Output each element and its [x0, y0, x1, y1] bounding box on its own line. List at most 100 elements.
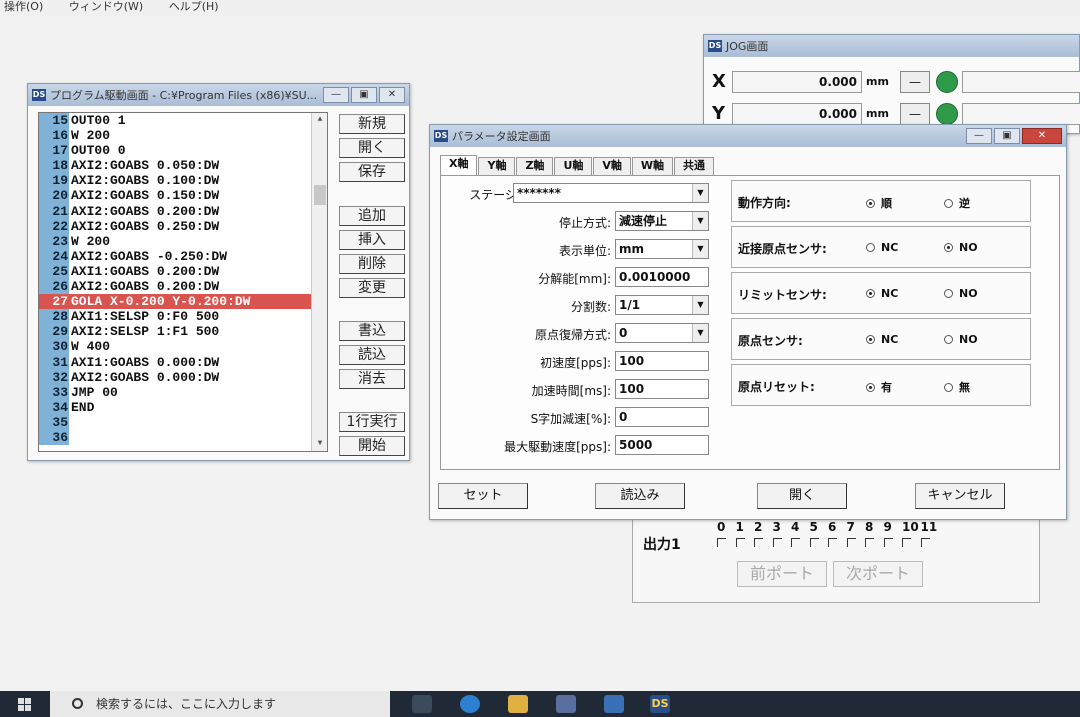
- program-line[interactable]: 36: [39, 429, 327, 446]
- program-line[interactable]: 15 OUT00 1: [39, 113, 327, 129]
- new-button[interactable]: 新規: [339, 114, 405, 134]
- load-button[interactable]: 読込み: [595, 483, 685, 509]
- display-unit-select[interactable]: mm ▼: [615, 239, 709, 259]
- program-line[interactable]: 35: [39, 414, 327, 430]
- windows-start-icon[interactable]: [18, 698, 32, 711]
- radio-option[interactable]: NC: [866, 333, 898, 346]
- close-button[interactable]: ✕: [1022, 128, 1062, 144]
- menu-help[interactable]: ヘルプ(H): [165, 0, 219, 14]
- jog-y-minus-button[interactable]: —: [900, 103, 930, 125]
- output-bit-checkbox[interactable]: [846, 538, 856, 547]
- maximize-button[interactable]: ▣: [994, 128, 1020, 144]
- program-line[interactable]: 31 AXI1:GOABS 0.000:DW: [39, 354, 327, 370]
- program-line[interactable]: 22 AXI2:GOABS 0.250:DW: [39, 218, 327, 234]
- tab-u-axis[interactable]: U軸: [554, 157, 593, 175]
- output-bit-checkbox[interactable]: [791, 538, 800, 547]
- radio-option[interactable]: NO: [944, 241, 978, 254]
- output-bit-checkbox[interactable]: [735, 538, 745, 547]
- open-button[interactable]: 開く: [757, 483, 847, 509]
- scroll-up-icon[interactable]: ▲: [312, 113, 327, 127]
- save-button[interactable]: 保存: [339, 162, 405, 182]
- radio-option[interactable]: 有: [866, 379, 892, 395]
- jog-x-minus-button[interactable]: —: [900, 71, 930, 93]
- program-line[interactable]: 29 AXI2:SELSP 1:F1 500: [39, 324, 327, 340]
- output-bit-checkbox[interactable]: [883, 538, 893, 547]
- radio-option[interactable]: 無: [944, 379, 970, 395]
- program-line[interactable]: 18 AXI2:GOABS 0.050:DW: [39, 158, 327, 174]
- program-titlebar[interactable]: DS プログラム駆動画面 - C:¥Program Files (x86)¥SU…: [28, 84, 409, 106]
- program-line[interactable]: 16 W 200: [39, 128, 327, 144]
- program-line[interactable]: 30 W 400: [39, 339, 327, 355]
- tab-y-axis[interactable]: Y軸: [478, 157, 516, 175]
- max-speed-field[interactable]: 5000: [615, 435, 709, 455]
- tab-v-axis[interactable]: V軸: [593, 157, 631, 175]
- menu-window[interactable]: ウィンドウ(W): [65, 0, 143, 14]
- prev-port-button[interactable]: 前ポート: [737, 561, 827, 587]
- s-curve-field[interactable]: 0: [615, 407, 709, 427]
- parameter-titlebar[interactable]: DS パラメータ設定画面 — ▣ ✕: [430, 125, 1066, 147]
- edge-icon[interactable]: [460, 695, 480, 713]
- tab-z-axis[interactable]: Z軸: [516, 157, 554, 175]
- add-button[interactable]: 追加: [339, 206, 405, 226]
- resolution-field[interactable]: 0.0010000: [615, 267, 709, 287]
- erase-button[interactable]: 消去: [339, 369, 405, 389]
- radio-option[interactable]: NO: [944, 287, 978, 300]
- radio-option[interactable]: NO: [944, 333, 978, 346]
- program-line[interactable]: 17 OUT00 0: [39, 143, 327, 159]
- output-bit-checkbox[interactable]: [717, 538, 726, 547]
- menu-operation[interactable]: 操作(O): [0, 0, 43, 14]
- stop-mode-select[interactable]: 減速停止 ▼: [615, 211, 709, 231]
- homing-method-select[interactable]: 0 ▼: [615, 323, 709, 343]
- read-button[interactable]: 読込: [339, 345, 405, 365]
- stage-select[interactable]: ******* ▼: [513, 183, 709, 203]
- program-scrollbar[interactable]: ▲ ▼: [311, 113, 327, 451]
- division-select[interactable]: 1/1 ▼: [615, 295, 709, 315]
- close-button[interactable]: ✕: [379, 87, 405, 103]
- program-line[interactable]: 28 AXI1:SELSP 0:F0 500: [39, 309, 327, 325]
- next-port-button[interactable]: 次ポート: [833, 561, 923, 587]
- set-button[interactable]: セット: [438, 483, 528, 509]
- ds-app-icon[interactable]: DS: [650, 695, 670, 713]
- program-list[interactable]: 15 OUT00 1 16 W 200 17 OUT00 0 18 AXI2:GOABS 0.…: [38, 112, 328, 452]
- insert-button[interactable]: 挿入: [339, 230, 405, 250]
- minimize-button[interactable]: —: [323, 87, 349, 103]
- output-bit-checkbox[interactable]: [828, 538, 837, 547]
- step-run-button[interactable]: 1行実行: [339, 412, 405, 432]
- cancel-button[interactable]: キャンセル: [915, 483, 1005, 509]
- task-view-icon[interactable]: [412, 695, 432, 713]
- taskbar-search-input[interactable]: 検索するには、ここに入力します: [50, 691, 390, 717]
- maximize-button[interactable]: ▣: [351, 87, 377, 103]
- initial-speed-field[interactable]: 100: [615, 351, 709, 371]
- tab-w-axis[interactable]: W軸: [631, 157, 674, 175]
- radio-option[interactable]: NC: [866, 287, 898, 300]
- program-line[interactable]: 23 W 200: [39, 233, 327, 249]
- output-bit-checkbox[interactable]: [772, 538, 782, 547]
- program-line[interactable]: 25 AXI1:GOABS 0.200:DW: [39, 263, 327, 280]
- file-explorer-icon[interactable]: [508, 695, 528, 713]
- radio-option[interactable]: 順: [866, 195, 892, 211]
- output-bit-checkbox[interactable]: [865, 538, 874, 547]
- start-button[interactable]: 開始: [339, 436, 405, 456]
- open-button[interactable]: 開く: [339, 138, 405, 158]
- output-bit-checkbox[interactable]: [754, 538, 763, 547]
- write-button[interactable]: 書込: [339, 321, 405, 341]
- accel-time-field[interactable]: 100: [615, 379, 709, 399]
- program-line[interactable]: 32 AXI2:GOABS 0.000:DW: [39, 369, 327, 385]
- program-line[interactable]: 27 GOLA X-0.200 Y-0.200:DW: [39, 294, 327, 310]
- program-line[interactable]: 26 AXI2:GOABS 0.200:DW: [39, 279, 327, 295]
- program-line[interactable]: 34 END: [39, 399, 327, 415]
- tab-common[interactable]: 共通: [674, 157, 715, 175]
- mail-icon[interactable]: [604, 695, 624, 713]
- minimize-button[interactable]: —: [966, 128, 992, 144]
- radio-option[interactable]: NC: [866, 241, 898, 254]
- jog-titlebar[interactable]: DS JOG画面: [704, 35, 1079, 57]
- output-bit-checkbox[interactable]: [920, 538, 930, 547]
- scroll-thumb[interactable]: [314, 185, 326, 205]
- program-line[interactable]: 20 AXI2:GOABS 0.150:DW: [39, 188, 327, 204]
- store-icon[interactable]: [556, 695, 576, 713]
- program-line[interactable]: 33 JMP 00: [39, 384, 327, 400]
- scroll-down-icon[interactable]: ▼: [312, 437, 327, 451]
- change-button[interactable]: 変更: [339, 278, 405, 298]
- program-line[interactable]: 21 AXI2:GOABS 0.200:DW: [39, 203, 327, 219]
- delete-button[interactable]: 削除: [339, 254, 405, 274]
